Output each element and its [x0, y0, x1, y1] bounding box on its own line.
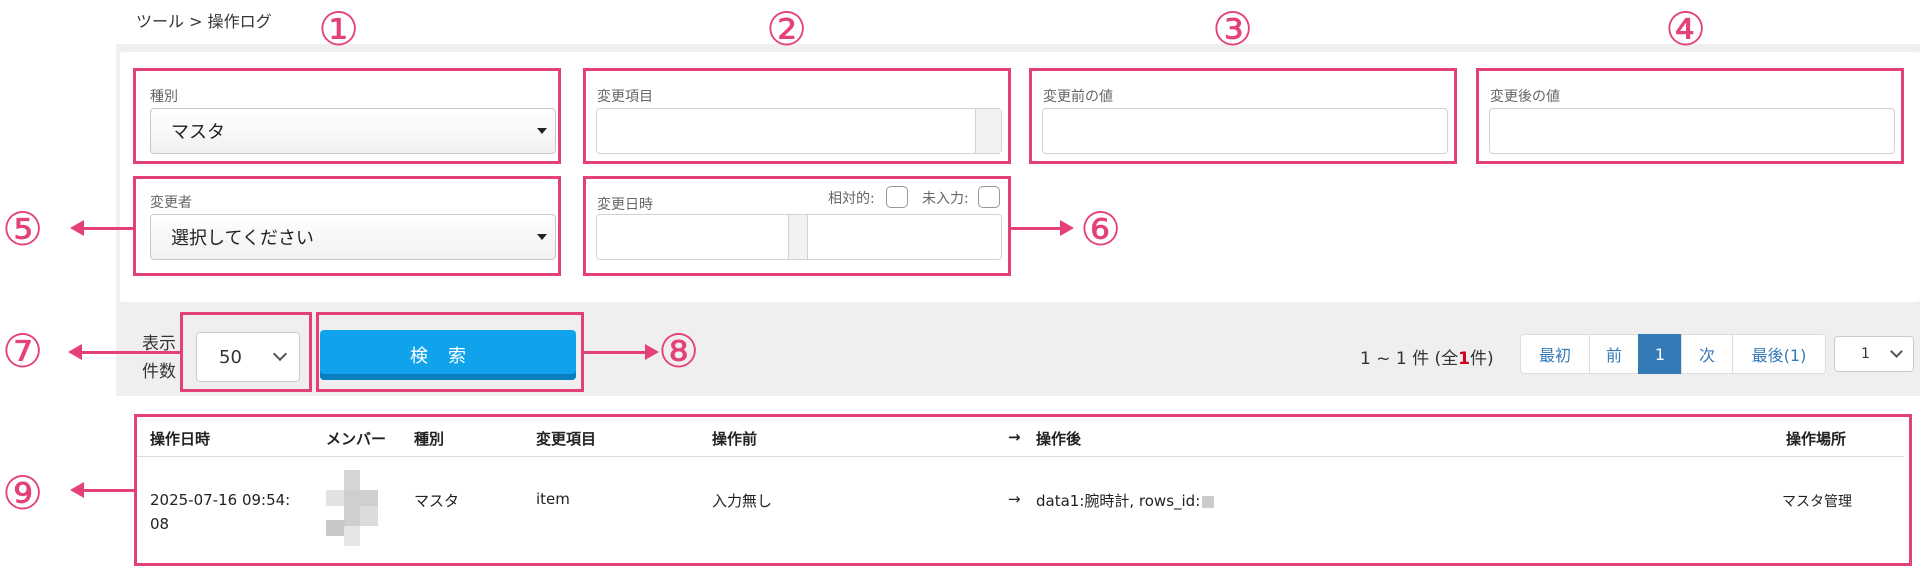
result-count-total: 1 — [1458, 349, 1470, 369]
arrow-6-line — [1011, 227, 1061, 230]
highlight-box-5 — [133, 176, 561, 276]
highlight-box-6 — [583, 176, 1011, 276]
highlight-box-8 — [316, 312, 584, 392]
result-count: 1 ~ 1 件 (全1件) — [1360, 344, 1494, 369]
arrow-8-line — [584, 351, 646, 354]
chevron-down-icon — [1890, 345, 1903, 358]
marker-2: ② — [766, 2, 808, 56]
page-last-button[interactable]: 最後(1) — [1732, 334, 1826, 374]
arrow-6-head — [1060, 220, 1074, 236]
display-count-label: 表示 件数 — [142, 330, 176, 386]
marker-5: ⑤ — [2, 202, 44, 256]
marker-1: ① — [318, 2, 360, 56]
highlight-box-7 — [180, 312, 312, 392]
arrow-8-head — [645, 344, 659, 360]
highlight-box-3 — [1029, 68, 1457, 164]
result-count-prefix: 1 ~ 1 件 (全 — [1360, 349, 1459, 369]
page-first-button[interactable]: 最初 — [1520, 334, 1590, 374]
marker-6: ⑥ — [1080, 202, 1122, 256]
marker-7: ⑦ — [2, 324, 44, 378]
marker-9: ⑨ — [2, 466, 44, 520]
arrow-9-line — [82, 489, 134, 492]
page-next-button[interactable]: 次 — [1681, 334, 1733, 374]
breadcrumb: ツール > 操作ログ — [136, 12, 272, 31]
highlight-box-4 — [1476, 68, 1904, 164]
highlight-box-9 — [134, 414, 1912, 566]
result-count-suffix: 件) — [1469, 349, 1494, 369]
highlight-box-2 — [583, 68, 1011, 164]
arrow-5-line — [82, 227, 133, 230]
highlight-box-1 — [133, 68, 561, 164]
page-prev-button[interactable]: 前 — [1589, 334, 1639, 374]
marker-3: ③ — [1212, 2, 1254, 56]
marker-4: ④ — [1665, 2, 1707, 56]
page-current-button[interactable]: 1 — [1638, 334, 1682, 374]
arrow-7-line — [80, 351, 180, 354]
page-jump-value: 1 — [1861, 346, 1870, 362]
page-jump-select[interactable]: 1 — [1834, 336, 1914, 372]
display-count-label-line2: 件数 — [142, 362, 176, 382]
marker-8: ⑧ — [658, 324, 700, 378]
